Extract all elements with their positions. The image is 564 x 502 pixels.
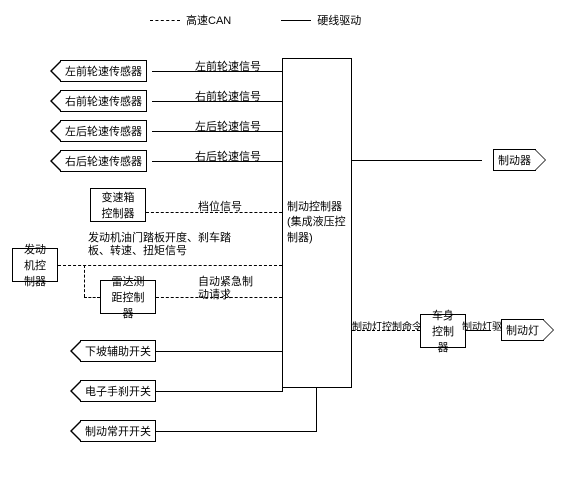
sensor-rr: 右后轮速传感器 bbox=[60, 150, 147, 172]
legend: 高速CAN 硬线驱动 bbox=[150, 12, 361, 28]
switch-downhill: 下坡辅助开关 bbox=[80, 340, 156, 362]
sig-brakelight-cmd: 制动灯控制命令 bbox=[352, 318, 422, 333]
main-controller: 制动控制器 (集成液压控制器) bbox=[282, 58, 352, 388]
radar-label: 雷达测距控制器 bbox=[107, 273, 149, 321]
ecu-label: 发动机控制器 bbox=[19, 241, 51, 289]
radar-box: 雷达测距控制器 bbox=[100, 280, 156, 314]
switch-epb-label: 电子手刹开关 bbox=[85, 383, 151, 399]
bcm-box: 车身控制器 bbox=[420, 314, 466, 348]
output-brake: 制动器 bbox=[493, 149, 536, 171]
sensor-lr-label: 左后轮速传感器 bbox=[65, 123, 142, 139]
sensor-rf-label: 右前轮速传感器 bbox=[65, 93, 142, 109]
switch-brake-label: 制动常开开关 bbox=[85, 423, 151, 439]
sensor-lr: 左后轮速传感器 bbox=[60, 120, 147, 142]
sig-engine: 发动机油门踏板开度、刹车踏板、转速、扭矩信号 bbox=[88, 232, 248, 258]
switch-epb: 电子手刹开关 bbox=[80, 380, 156, 402]
sensor-lf-label: 左前轮速传感器 bbox=[65, 63, 142, 79]
can-line-key bbox=[150, 20, 180, 21]
bcm-label: 车身控制器 bbox=[427, 307, 459, 355]
sensor-lf: 左前轮速传感器 bbox=[60, 60, 147, 82]
switch-brake-no: 制动常开开关 bbox=[80, 420, 156, 442]
sensor-rr-label: 右后轮速传感器 bbox=[65, 153, 142, 169]
switch-downhill-label: 下坡辅助开关 bbox=[85, 343, 151, 359]
legend-hard: 硬线驱动 bbox=[317, 12, 361, 28]
tcu-label: 变速箱控制器 bbox=[97, 189, 139, 221]
main-l1: 制动控制器 bbox=[287, 200, 347, 215]
output-brakelight-label: 制动灯 bbox=[506, 322, 539, 338]
hard-line-key bbox=[281, 20, 311, 21]
tcu-box: 变速箱控制器 bbox=[90, 188, 146, 222]
ecu-box: 发动机控制器 bbox=[12, 248, 58, 282]
sensor-rf: 右前轮速传感器 bbox=[60, 90, 147, 112]
sig-aeb: 自动紧急制动请求 bbox=[198, 276, 258, 302]
main-l2: (集成液压控制器) bbox=[287, 215, 347, 246]
output-brake-label: 制动器 bbox=[498, 152, 531, 168]
output-brakelight: 制动灯 bbox=[501, 319, 544, 341]
legend-can: 高速CAN bbox=[186, 12, 231, 28]
